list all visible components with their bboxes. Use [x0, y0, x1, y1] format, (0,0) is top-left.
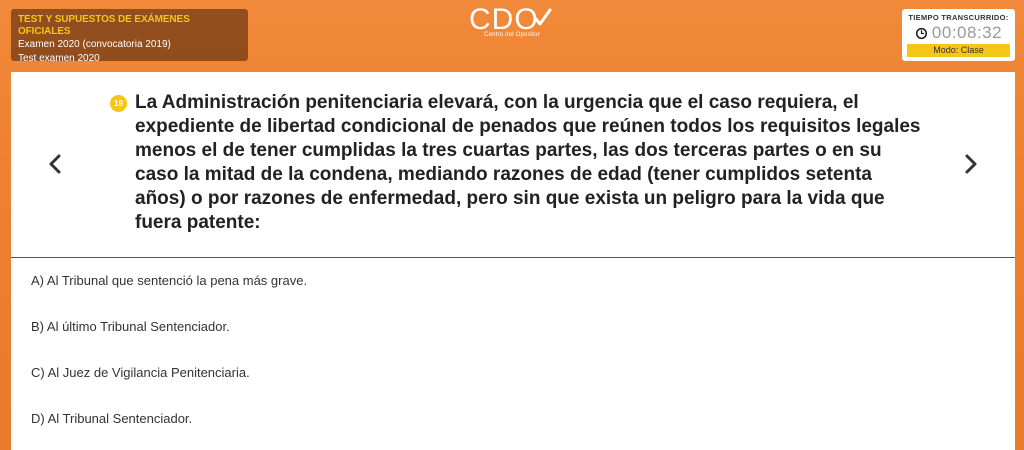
question-area: 19 La Administración penitenciaria eleva…	[11, 72, 1015, 258]
question-card: 19 La Administración penitenciaria eleva…	[11, 72, 1015, 450]
timer-row: 00:08:32	[907, 23, 1010, 43]
exam-info-box: TEST Y SUPUESTOS DE EXÁMENES OFICIALES E…	[11, 9, 248, 64]
logo-text: CDO	[469, 3, 539, 34]
timer-value: 00:08:32	[931, 23, 1003, 42]
chevron-left-icon[interactable]	[45, 152, 65, 176]
answer-options: A) Al Tribunal que sentenció la pena más…	[11, 258, 1015, 442]
exam-section-title: TEST Y SUPUESTOS DE EXÁMENES OFICIALES	[18, 14, 190, 37]
answer-option-b[interactable]: B) Al último Tribunal Sentenciador.	[11, 304, 1015, 350]
question-text: La Administración penitenciaria elevará,…	[135, 92, 921, 233]
chevron-right-icon[interactable]	[961, 152, 981, 176]
exam-name: Examen 2020 (convocatoria 2019)	[18, 39, 171, 50]
mode-badge: Modo: Clase	[907, 44, 1010, 57]
clock-icon	[915, 27, 927, 39]
timer-label: TIEMPO TRANSCURRIDO:	[908, 13, 1009, 22]
cdo-logo[interactable]: CDO Centro del Opositor	[462, 2, 562, 46]
timer-box: TIEMPO TRANSCURRIDO: 00:08:32 Modo: Clas…	[902, 9, 1015, 61]
question-number-badge: 19	[110, 95, 127, 112]
answer-option-a[interactable]: A) Al Tribunal que sentenció la pena más…	[11, 258, 1015, 304]
answer-option-c[interactable]: C) Al Juez de Vigilancia Penitenciaria.	[11, 350, 1015, 396]
answer-option-d[interactable]: D) Al Tribunal Sentenciador.	[11, 396, 1015, 442]
cdo-logo-mark: CDO	[469, 3, 552, 34]
test-name: Test examen 2020	[18, 53, 100, 64]
